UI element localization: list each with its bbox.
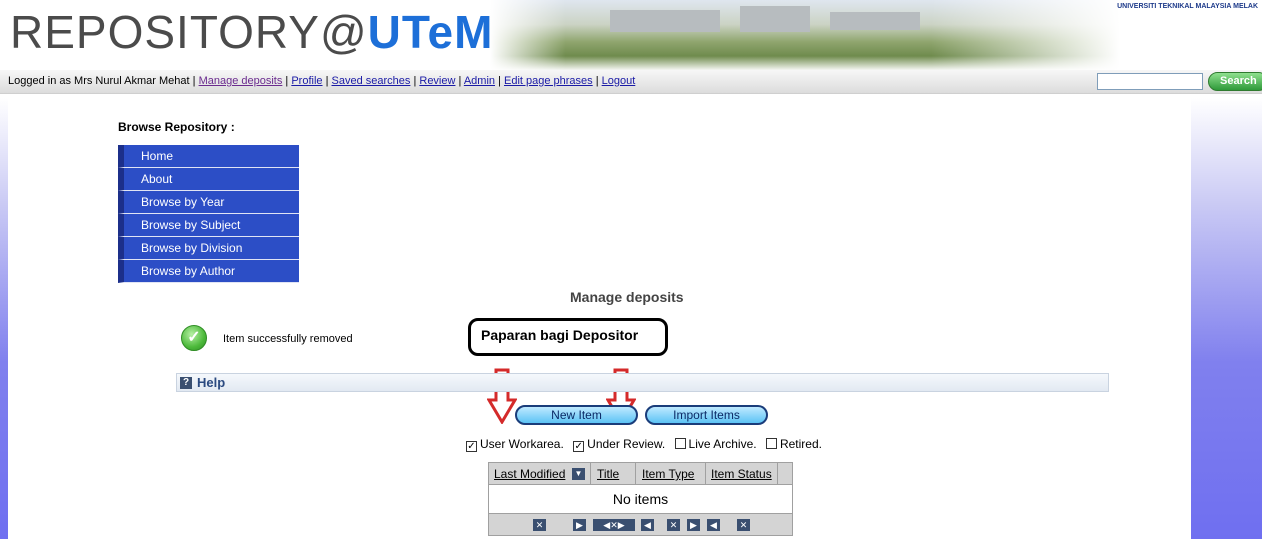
search-button[interactable]: Search: [1208, 72, 1262, 91]
link-saved-searches[interactable]: Saved searches: [332, 75, 411, 87]
left-gradient-border: [0, 98, 8, 539]
move-left-icon[interactable]: ◀: [641, 519, 654, 531]
move-left-icon[interactable]: ◀: [707, 519, 720, 531]
link-logout[interactable]: Logout: [602, 75, 636, 87]
column-title[interactable]: Title: [597, 467, 619, 481]
empty-message: No items: [489, 485, 792, 513]
logged-in-text: Logged in as Mrs Nurul Akmar Mehat |: [8, 75, 199, 87]
table-footer: ✕ ▶ ◀✕▶ ◀ ✕ ▶ ◀ ✕: [489, 513, 792, 535]
browse-item-home[interactable]: Home: [118, 145, 299, 168]
annotation-callout: Paparan bagi Depositor: [468, 318, 668, 356]
remove-column-icon[interactable]: ✕: [533, 519, 546, 531]
link-review[interactable]: Review: [419, 75, 455, 87]
checkbox-user-workarea[interactable]: ✓: [466, 441, 477, 452]
success-check-icon: ✓: [181, 325, 207, 351]
browse-item-about[interactable]: About: [118, 168, 299, 191]
checkbox-under-review[interactable]: ✓: [573, 441, 585, 452]
link-profile[interactable]: Profile: [291, 75, 322, 87]
link-edit-page-phrases[interactable]: Edit page phrases: [504, 75, 593, 87]
sort-desc-icon[interactable]: ▼: [572, 468, 585, 480]
browse-menu: Home About Browse by Year Browse by Subj…: [118, 145, 299, 283]
success-message: Item successfully removed: [223, 333, 353, 345]
column-item-type[interactable]: Item Type: [642, 467, 694, 481]
link-manage-deposits[interactable]: Manage deposits: [199, 75, 283, 87]
search-input[interactable]: [1097, 73, 1203, 90]
filter-live-archive[interactable]: Live Archive.: [674, 437, 757, 451]
remove-column-icon[interactable]: ✕: [667, 519, 680, 531]
help-icon: ?: [180, 377, 192, 389]
column-item-status[interactable]: Item Status: [711, 467, 772, 481]
page-title: Manage deposits: [570, 289, 684, 305]
filter-label: Under Review.: [587, 437, 666, 451]
browse-item-subject[interactable]: Browse by Subject: [118, 214, 299, 237]
user-bar: Logged in as Mrs Nurul Akmar Mehat | Man…: [0, 70, 1262, 94]
help-bar[interactable]: ? Help: [176, 373, 1109, 392]
browse-item-division[interactable]: Browse by Division: [118, 237, 299, 260]
table-header: Last Modified ▼ Title Item Type Item Sta…: [489, 463, 792, 485]
browse-item-author[interactable]: Browse by Author: [118, 260, 299, 283]
site-logo[interactable]: REPOSITORY@UTeM: [10, 4, 493, 60]
logo-brand: UTeM: [367, 6, 494, 58]
link-admin[interactable]: Admin: [464, 75, 495, 87]
campus-banner-image: [490, 0, 1120, 70]
site-header: REPOSITORY@UTeM UNIVERSITI TEKNIKAL MALA…: [0, 0, 1262, 70]
browse-item-year[interactable]: Browse by Year: [118, 191, 299, 214]
status-filters: ✓ User Workarea. ✓ Under Review. Live Arch…: [466, 437, 828, 452]
filter-label: Live Archive.: [688, 437, 757, 451]
logo-prefix: REPOSITORY@: [10, 6, 368, 58]
move-right-icon[interactable]: ▶: [687, 519, 700, 531]
import-items-button[interactable]: Import Items: [645, 405, 768, 425]
checkbox-retired[interactable]: [765, 438, 777, 449]
remove-column-icon[interactable]: ✕: [737, 519, 750, 531]
filter-label: User Workarea.: [480, 437, 564, 451]
filter-retired[interactable]: Retired.: [765, 437, 822, 451]
filter-user-workarea[interactable]: ✓ User Workarea.: [466, 437, 564, 452]
right-gradient-border: [1191, 98, 1262, 539]
logged-in-line: Logged in as Mrs Nurul Akmar Mehat | Man…: [8, 75, 636, 87]
help-label: Help: [197, 375, 226, 390]
move-remove-column-icon[interactable]: ◀✕▶: [593, 519, 635, 531]
university-name: UNIVERSITI TEKNIKAL MALAYSIA MELAK: [1117, 3, 1258, 10]
new-item-button[interactable]: New Item: [515, 405, 638, 425]
filter-under-review[interactable]: ✓ Under Review.: [573, 437, 665, 452]
browse-title: Browse Repository :: [118, 120, 235, 134]
filter-label: Retired.: [779, 437, 822, 451]
deposits-table: Last Modified ▼ Title Item Type Item Sta…: [488, 462, 793, 536]
column-last-modified[interactable]: Last Modified: [494, 467, 565, 481]
move-right-icon[interactable]: ▶: [573, 519, 586, 531]
checkbox-live-archive[interactable]: [674, 438, 686, 449]
